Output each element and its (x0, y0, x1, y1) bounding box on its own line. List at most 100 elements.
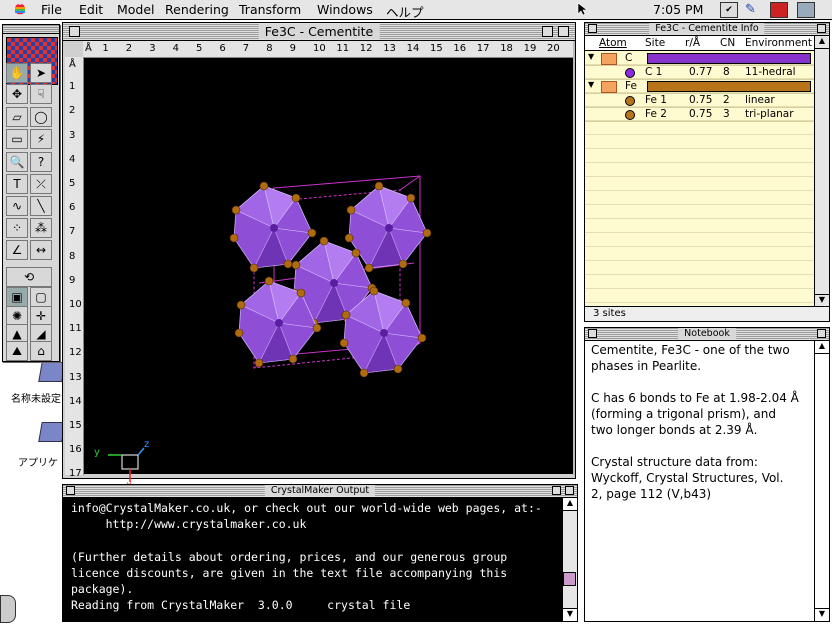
home-tool-icon[interactable]: ⌂ (30, 341, 52, 361)
cluster-tool-icon[interactable]: ⁂ (30, 218, 52, 238)
control-strip-tab[interactable] (0, 595, 16, 623)
sun-tool-icon[interactable]: ✺ (6, 306, 28, 326)
zoom-box-icon[interactable] (542, 26, 553, 37)
header-atom[interactable]: Atom (599, 37, 627, 49)
scroll-up-arrow-icon[interactable]: ▲ (815, 36, 829, 49)
iron-atom[interactable] (296, 288, 306, 298)
iron-atom[interactable] (351, 248, 361, 258)
zoom-box-icon[interactable] (552, 486, 561, 495)
iron-atom[interactable] (341, 310, 351, 320)
scroll-down-arrow-icon[interactable]: ▼ (563, 608, 577, 621)
iron-atom[interactable] (283, 259, 293, 269)
atoms-tool-icon[interactable]: ⁘ (6, 218, 28, 238)
zoom-tool-icon[interactable]: 🔍 (6, 152, 28, 172)
scroll-thumb[interactable] (563, 572, 576, 586)
rotate-tool-icon[interactable]: ⟲ (6, 267, 52, 287)
header-cn[interactable]: CN (720, 37, 735, 49)
carbon-atom[interactable] (275, 319, 283, 327)
carbon-atom[interactable] (385, 224, 393, 232)
finder-icon[interactable] (797, 2, 815, 18)
iron-atom[interactable] (364, 263, 374, 273)
site-row[interactable]: C 1 0.77 8 11-hedral (585, 65, 815, 80)
iron-atom[interactable] (288, 354, 298, 364)
menu-rendering[interactable]: Rendering (165, 2, 229, 17)
chain-tool-icon[interactable]: ∿ (6, 196, 28, 216)
iron-atom[interactable] (398, 259, 408, 269)
carbon-atom[interactable] (380, 329, 388, 337)
menu-edit[interactable]: Edit (79, 2, 103, 17)
menu-file[interactable]: File (41, 2, 62, 17)
disclosure-triangle-icon[interactable]: ▼ (588, 52, 594, 61)
scroll-down-arrow-icon[interactable]: ▼ (815, 608, 829, 621)
crystal-model[interactable] (84, 58, 573, 474)
iron-atom[interactable] (319, 236, 329, 246)
iron-atom[interactable] (236, 300, 246, 310)
info-window-title-bar[interactable]: Fe3C - Cementite Info (585, 23, 829, 36)
element-color-bar[interactable] (647, 53, 811, 64)
header-radius[interactable]: r/Å (685, 37, 700, 49)
bond-tool-icon[interactable]: ⚡ (30, 129, 52, 149)
scroll-up-arrow-icon[interactable]: ▲ (815, 341, 829, 354)
carbon-atom[interactable] (330, 279, 338, 287)
iron-atom[interactable] (344, 233, 354, 243)
collapse-box-icon[interactable] (817, 329, 826, 338)
site-row[interactable]: Fe 2 0.75 3 tri-planar (585, 107, 815, 122)
scroll-up-arrow-icon[interactable]: ▲ (563, 498, 577, 511)
apple-menu-icon[interactable] (13, 2, 27, 16)
collapse-box-icon[interactable] (817, 24, 826, 33)
move-tool-icon[interactable]: ✥ (6, 84, 28, 104)
rectangle-tool-icon[interactable]: ▭ (6, 129, 28, 149)
desktop-label-untitled[interactable]: 名称未設定 (11, 390, 61, 405)
polygon-tool-icon[interactable]: ▱ (6, 107, 28, 127)
carbon-atom[interactable] (270, 224, 278, 232)
iron-atom[interactable] (339, 338, 349, 348)
site-row[interactable]: Fe 1 0.75 2 linear (585, 93, 815, 108)
element-color-bar[interactable] (647, 81, 811, 92)
iron-atom[interactable] (307, 228, 317, 238)
angle-tool-icon[interactable]: ∠ (6, 240, 28, 260)
view-mode-icon[interactable]: ▣ (6, 287, 28, 307)
arrow-tool-icon[interactable]: ➤ (30, 63, 52, 83)
distance-tool-icon[interactable]: ↔ (30, 240, 52, 260)
disclosure-triangle-icon[interactable]: ▼ (588, 80, 594, 89)
menu-windows[interactable]: Windows (317, 2, 373, 17)
iron-atom[interactable] (291, 260, 301, 270)
structure-window-title-bar[interactable]: Fe3C - Cementite (63, 23, 575, 41)
line-tool-icon[interactable]: ╲ (30, 196, 52, 216)
text-tool-icon[interactable]: T (6, 174, 28, 194)
iron-atom[interactable] (291, 193, 301, 203)
output-scrollbar[interactable]: ▲ ▼ (562, 498, 577, 621)
menu-model[interactable]: Model (117, 2, 155, 17)
iron-atom[interactable] (229, 233, 239, 243)
iron-atom[interactable] (406, 193, 416, 203)
iron-atom[interactable] (422, 228, 432, 238)
iron-atom[interactable] (393, 364, 403, 374)
header-site[interactable]: Site (645, 37, 665, 49)
pen-icon[interactable]: ✎ (745, 2, 756, 17)
scale-tool-icon[interactable]: ✛ (30, 306, 52, 326)
iron-atom[interactable] (231, 205, 241, 215)
collapse-box-icon[interactable] (558, 26, 569, 37)
element-group-row[interactable]: ▼ C (585, 51, 815, 66)
mountain-tool-icon[interactable]: ⛰ (6, 341, 28, 361)
close-box-icon[interactable] (69, 26, 80, 37)
close-box-icon[interactable] (588, 329, 597, 338)
app-icon[interactable] (770, 2, 788, 18)
menu-help[interactable]: ヘルプ (386, 2, 424, 21)
iron-atom[interactable] (374, 181, 384, 191)
lasso-tool-icon[interactable]: ◯ (30, 107, 52, 127)
info-scrollbar[interactable]: ▲ ▼ (814, 36, 829, 307)
iron-atom[interactable] (312, 323, 322, 333)
query-tool-icon[interactable]: ? (30, 152, 52, 172)
output-title-bar[interactable]: CrystalMaker Output (63, 485, 577, 498)
iron-atom[interactable] (417, 333, 427, 343)
palette-title-bar[interactable] (3, 25, 59, 34)
iron-atom[interactable] (369, 286, 379, 296)
iron-atom[interactable] (259, 181, 269, 191)
close-box-icon[interactable] (66, 486, 75, 495)
structure-canvas[interactable]: y z x (84, 58, 573, 488)
hand-tool-icon[interactable]: ✋ (6, 63, 28, 83)
element-group-row[interactable]: ▼ Fe (585, 79, 815, 94)
desktop-label-apps[interactable]: アプリケ (18, 454, 58, 469)
notebook-scrollbar[interactable]: ▲ ▼ (814, 341, 829, 621)
